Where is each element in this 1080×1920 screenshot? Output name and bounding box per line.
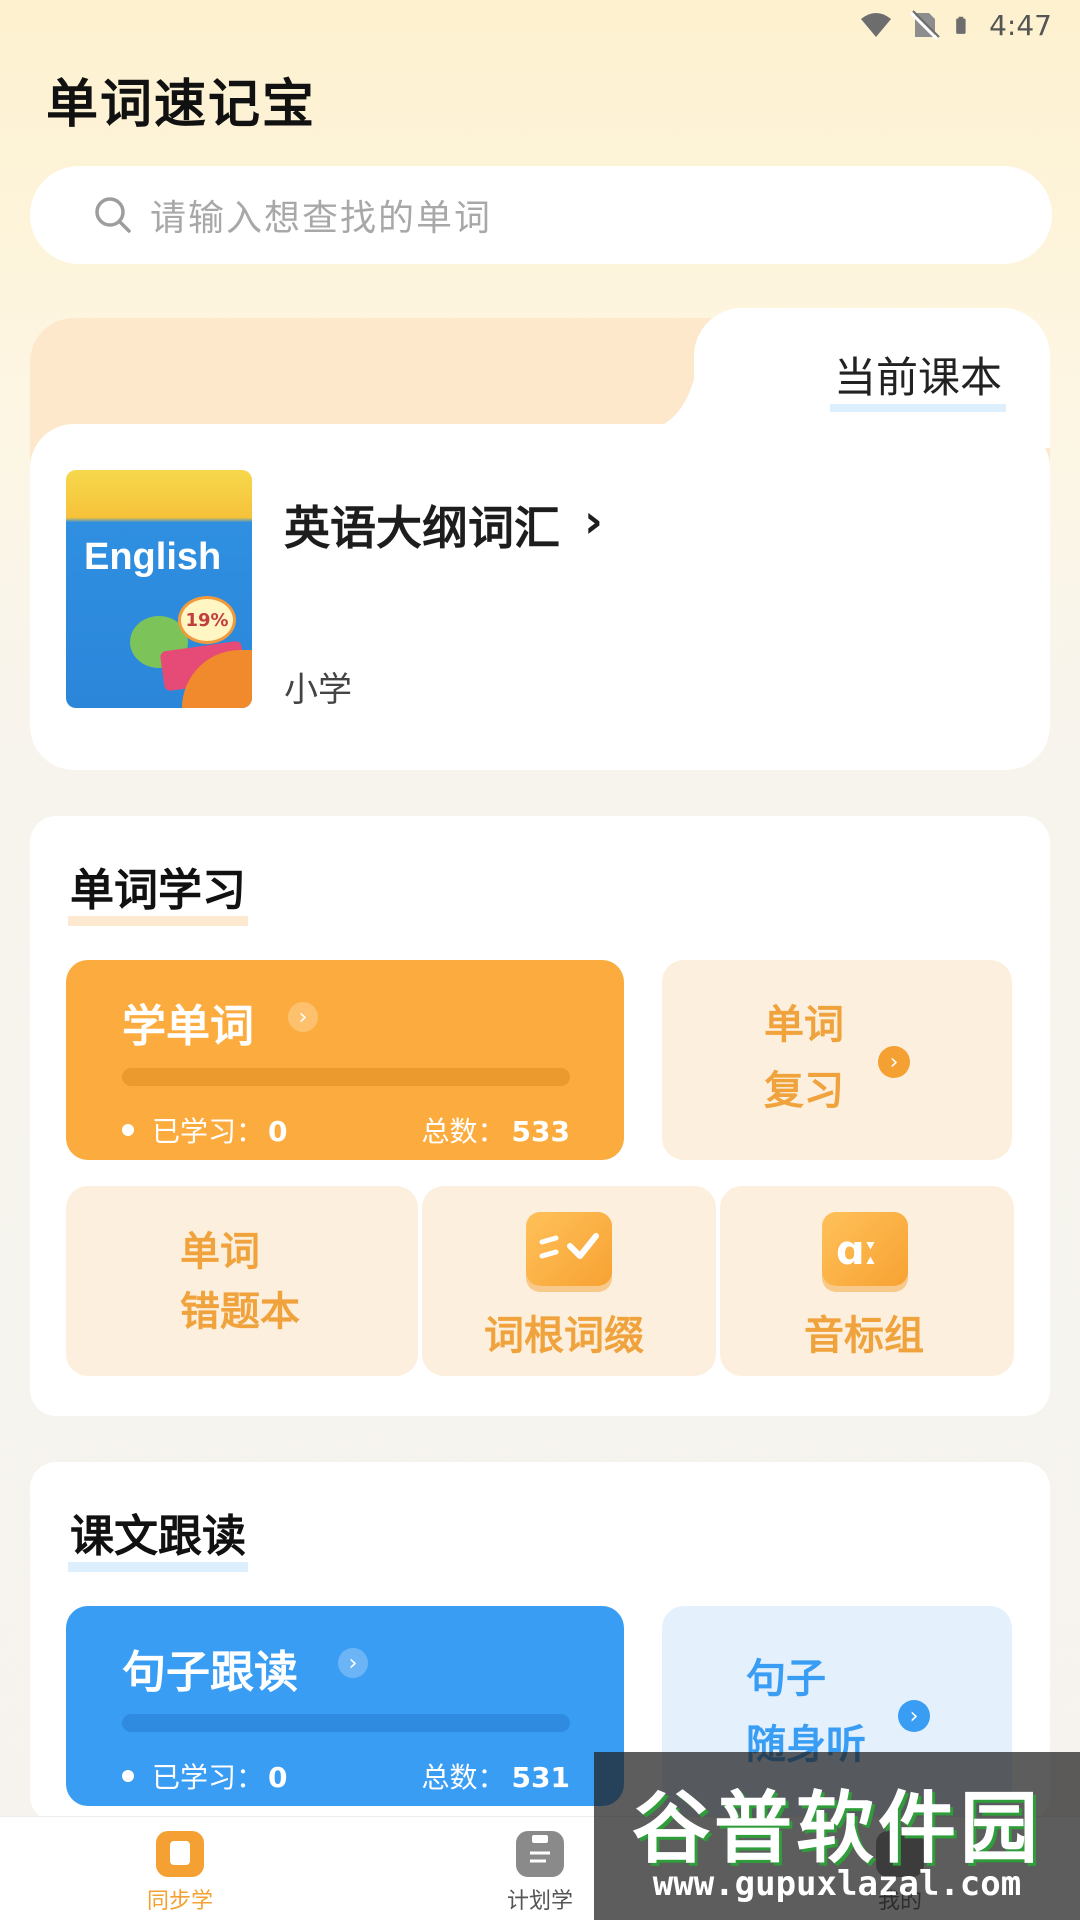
learned-count: 已学习： 0 [152, 1761, 288, 1794]
learned-count: 已学习： 0 [152, 1115, 288, 1148]
chevron-right-icon: › [338, 1648, 368, 1678]
total-count: 总数： 531 [421, 1761, 570, 1794]
section-title: 单词学习 [68, 866, 248, 926]
tile-title: 句子跟读 [122, 1647, 298, 1698]
mistakes-book-tile[interactable]: 单词 错题本 [66, 1186, 418, 1376]
nav-label: 同步学 [146, 1889, 213, 1914]
chevron-right-icon: › [898, 1700, 930, 1732]
cover-title: English [84, 536, 222, 578]
svg-text:ɑː: ɑː [836, 1228, 878, 1274]
status-bar: 4:47 [0, 0, 1080, 50]
roots-affixes-tile[interactable]: 词根词缀 [422, 1186, 716, 1376]
book-check-icon [526, 1212, 612, 1286]
book-cover[interactable]: English 19% [66, 470, 252, 708]
search-icon [95, 197, 131, 233]
nav-item-sync-learn[interactable]: 同步学 [100, 1817, 260, 1920]
phonetic-symbol-icon: ɑː [822, 1212, 908, 1286]
chevron-right-icon: › [288, 1002, 318, 1032]
no-sim-icon [910, 10, 940, 41]
progress-bar [122, 1068, 570, 1086]
search-placeholder[interactable]: 请输入想查找的单词 [150, 189, 492, 241]
book-level: 小学 [284, 670, 352, 710]
search-bar[interactable]: 请输入想查找的单词 [30, 166, 1052, 264]
word-study-section: 单词学习 学单词 › 已学习：0 总数：533 单词 复习 › 单词 错题本 [30, 816, 1050, 1416]
clipboard-icon [516, 1831, 564, 1877]
bullet-dot [122, 1770, 134, 1782]
word-review-tile[interactable]: 单词 复习 › [662, 960, 1012, 1160]
tile-label: 单词 错题本 [180, 1229, 300, 1335]
sentence-follow-tile[interactable]: 句子跟读 › 已学习： 0 总数： 531 [66, 1606, 624, 1806]
book-title[interactable]: 英语大纲词汇 [284, 492, 560, 558]
tile-title: 学单词 [122, 1001, 254, 1052]
chevron-right-icon: › [878, 1046, 910, 1078]
total-count: 总数： 533 [421, 1115, 570, 1148]
progress-bar [122, 1714, 570, 1732]
book-icon [156, 1831, 204, 1877]
cover-badge: 19% [178, 596, 236, 644]
status-time: 4:47 [989, 8, 1052, 42]
watermark-title: 谷普软件园 [631, 1784, 1042, 1874]
watermark: 谷普软件园 www.gupuxlazal.com [594, 1752, 1080, 1920]
chevron-right-icon[interactable]: › [584, 494, 603, 548]
current-book-label: 当前课本 [830, 352, 1007, 412]
bullet-dot [122, 1124, 134, 1136]
tile-label: 词根词缀 [484, 1313, 644, 1359]
app-title: 单词速记宝 [46, 75, 317, 135]
tab-curve-decoration [640, 318, 750, 430]
tile-label: 单词 复习 [764, 1002, 844, 1114]
tile-label: 音标组 [804, 1313, 924, 1359]
learn-words-tile[interactable]: 学单词 › 已学习： 0 总数： 533 [66, 960, 624, 1160]
battery-icon [956, 16, 966, 34]
phonetic-group-tile[interactable]: ɑː 音标组 [720, 1186, 1014, 1376]
watermark-url: www.gupuxlazal.com [652, 1864, 1022, 1904]
wifi-icon [861, 13, 892, 37]
section-title: 课文跟读 [68, 1512, 248, 1572]
